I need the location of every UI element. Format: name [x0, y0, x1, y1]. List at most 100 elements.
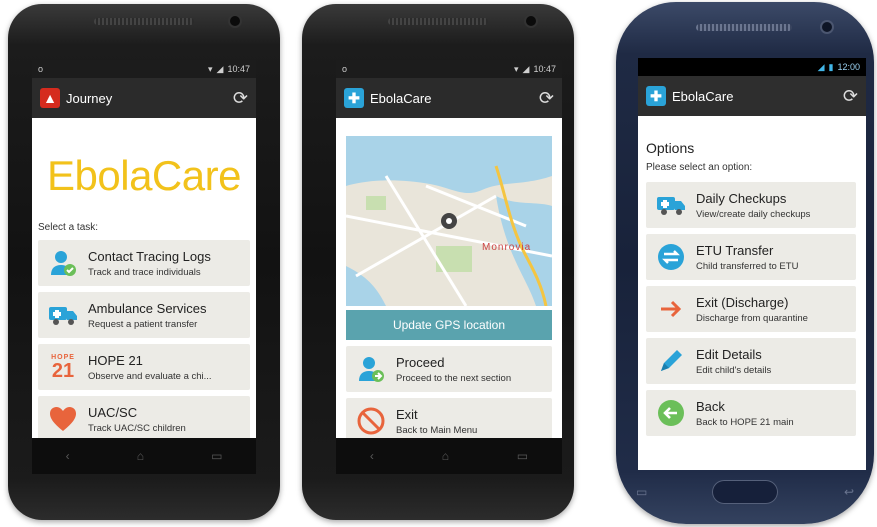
- tile-title: HOPE 21: [88, 352, 143, 368]
- refresh-icon[interactable]: ⟳: [539, 88, 554, 109]
- tile-uac-sc[interactable]: UAC/SC Track UAC/SC children: [38, 396, 250, 442]
- status-left: o: [38, 64, 44, 74]
- status-bar: ◢ ▮ 12:00: [638, 58, 866, 76]
- pencil-icon: [654, 344, 688, 378]
- nav-bar: ‹ ⌂ ▭: [32, 438, 256, 474]
- journey-logo-icon[interactable]: ▲: [40, 88, 60, 108]
- status-left: o: [342, 64, 348, 74]
- recents-nav-icon[interactable]: ▭: [211, 449, 222, 463]
- tile-title: Exit: [396, 406, 418, 422]
- front-camera: [230, 16, 240, 26]
- front-camera: [822, 22, 832, 32]
- transfer-icon: [654, 240, 688, 274]
- tile-title: Daily Checkups: [696, 190, 787, 206]
- signal-icon: ◢: [216, 63, 224, 74]
- back-key-icon[interactable]: ↩: [844, 485, 854, 499]
- earpiece-speaker: [696, 24, 792, 31]
- hardware-keys: ▭ ↩: [636, 482, 854, 502]
- tile-subtitle: Child transferred to ETU: [696, 260, 799, 272]
- update-gps-button[interactable]: Update GPS location: [346, 310, 552, 340]
- tile-title: Exit (Discharge): [696, 294, 789, 310]
- hope21-icon: HOPE 21: [46, 350, 80, 384]
- tile-title: Proceed: [396, 354, 445, 370]
- map-view[interactable]: Monrovia: [346, 136, 552, 306]
- user-forward-icon: [354, 352, 388, 386]
- phone-2-screen: o ▾ ◢ 10:47 ✚ EbolaCare ⟳ Monrovia Updat…: [336, 60, 562, 474]
- refresh-icon[interactable]: ⟳: [233, 88, 248, 109]
- status-bar: o ▾ ◢ 10:47: [336, 60, 562, 78]
- no-entry-icon: [354, 404, 388, 438]
- ambulance-icon: [654, 188, 688, 222]
- home-nav-icon[interactable]: ⌂: [442, 449, 449, 463]
- tile-etu-transfer[interactable]: ETU Transfer Child transferred to ETU: [646, 234, 856, 280]
- action-bar: ✚ EbolaCare ⟳: [336, 78, 562, 118]
- wifi-icon: ▾: [514, 63, 519, 74]
- status-time: 12:00: [837, 62, 860, 72]
- home-nav-icon[interactable]: ⌂: [137, 449, 144, 463]
- tile-subtitle: Proceed to the next section: [396, 372, 512, 384]
- recents-nav-icon[interactable]: ▭: [517, 449, 528, 463]
- map-graphic: [346, 136, 552, 306]
- menu-key-icon[interactable]: ▭: [636, 485, 647, 499]
- options-subheading: Please select an option:: [646, 162, 753, 173]
- action-bar-title: EbolaCare: [672, 88, 734, 104]
- tile-subtitle: Discharge from quarantine: [696, 312, 808, 324]
- tile-edit-details[interactable]: Edit Details Edit child's details: [646, 338, 856, 384]
- tile-subtitle: Track UAC/SC children: [88, 422, 186, 434]
- tile-ambulance[interactable]: Ambulance Services Request a patient tran…: [38, 292, 250, 338]
- tile-proceed[interactable]: Proceed Proceed to the next section: [346, 346, 552, 392]
- status-time: 10:47: [533, 64, 556, 74]
- tile-subtitle: Back to Main Menu: [396, 424, 478, 436]
- tile-title: Edit Details: [696, 346, 762, 362]
- back-nav-icon[interactable]: ‹: [370, 449, 374, 463]
- phone-1-screen: o ▾ ◢ 10:47 ▲ Journey ⟳ EbolaCare Select…: [32, 60, 256, 474]
- phone-2: o ▾ ◢ 10:47 ✚ EbolaCare ⟳ Monrovia Updat…: [302, 4, 574, 520]
- tile-subtitle: Observe and evaluate a chi...: [88, 370, 212, 382]
- ebolacare-cross-icon[interactable]: ✚: [646, 86, 666, 106]
- action-bar: ✚ EbolaCare ⟳: [638, 76, 866, 116]
- front-camera: [526, 16, 536, 26]
- options-heading: Options: [646, 140, 695, 156]
- phone-1: o ▾ ◢ 10:47 ▲ Journey ⟳ EbolaCare Select…: [8, 4, 280, 520]
- heart-icon: [46, 402, 80, 436]
- ambulance-icon: [46, 298, 80, 332]
- wifi-icon: ▾: [208, 63, 213, 74]
- tile-subtitle: View/create daily checkups: [696, 208, 811, 220]
- back-arrow-icon: [654, 396, 688, 430]
- tile-title: Ambulance Services: [88, 300, 207, 316]
- ebolacare-cross-icon[interactable]: ✚: [344, 88, 364, 108]
- hope-badge-big: 21: [51, 359, 75, 382]
- earpiece-speaker: [94, 18, 194, 25]
- phone-3-screen: ◢ ▮ 12:00 ✚ EbolaCare ⟳ Options Please s…: [638, 58, 866, 470]
- tile-daily-checkups[interactable]: Daily Checkups View/create daily checkups: [646, 182, 856, 228]
- tile-subtitle: Track and trace individuals: [88, 266, 201, 278]
- map-city-label: Monrovia: [482, 242, 532, 253]
- earpiece-speaker: [388, 18, 488, 25]
- select-task-label: Select a task:: [38, 222, 99, 233]
- phone-3: ◢ ▮ 12:00 ✚ EbolaCare ⟳ Options Please s…: [616, 2, 874, 524]
- tile-hope21[interactable]: HOPE 21 HOPE 21 Observe and evaluate a chi…: [38, 344, 250, 390]
- battery-icon: ▮: [828, 61, 834, 72]
- tile-title: ETU Transfer: [696, 242, 774, 258]
- status-time: 10:47: [227, 64, 250, 74]
- signal-icon: ◢: [817, 61, 825, 72]
- signal-icon: ◢: [522, 63, 530, 74]
- tile-subtitle: Back to HOPE 21 main: [696, 416, 794, 428]
- tile-subtitle: Edit child's details: [696, 364, 772, 376]
- tile-subtitle: Request a patient transfer: [88, 318, 198, 330]
- tile-title: Back: [696, 398, 725, 414]
- user-check-icon: [46, 246, 80, 280]
- tile-title: UAC/SC: [88, 404, 138, 420]
- tile-title: Contact Tracing Logs: [88, 248, 211, 264]
- tile-contact-tracing[interactable]: Contact Tracing Logs Track and trace indi…: [38, 240, 250, 286]
- back-nav-icon[interactable]: ‹: [66, 449, 70, 463]
- arrow-right-icon: [654, 292, 688, 326]
- action-bar-title: EbolaCare: [370, 90, 432, 106]
- refresh-icon[interactable]: ⟳: [843, 86, 858, 107]
- tile-exit-discharge[interactable]: Exit (Discharge) Discharge from quarantin…: [646, 286, 856, 332]
- action-bar-title: Journey: [66, 90, 113, 106]
- tile-back[interactable]: Back Back to HOPE 21 main: [646, 390, 856, 436]
- status-bar: o ▾ ◢ 10:47: [32, 60, 256, 78]
- nav-bar: ‹ ⌂ ▭: [336, 438, 562, 474]
- ebolacare-logo: EbolaCare: [47, 152, 241, 199]
